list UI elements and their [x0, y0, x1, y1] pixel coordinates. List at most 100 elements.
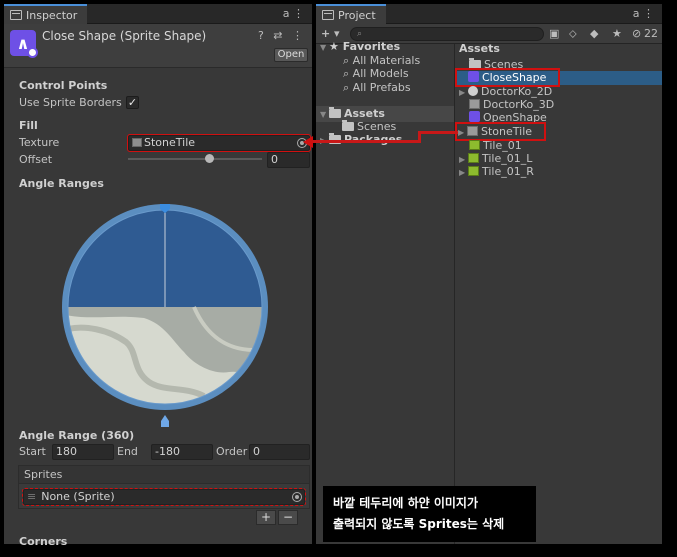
sprite-entry-field[interactable]: ≡ None (Sprite) — [22, 488, 306, 506]
asset-item-openshape[interactable]: OpenShape — [469, 111, 547, 124]
annotation-arrow-head-icon — [303, 136, 313, 148]
favorites-label: Favorites — [342, 40, 401, 53]
inspector-panel: Inspector a ⋮ ∧ Close Shape (Sprite Shap… — [4, 4, 312, 548]
sprite-picker-icon[interactable] — [292, 492, 302, 502]
annotation-arrow-line — [312, 140, 420, 143]
expand-arrow-icon[interactable]: ▶ — [459, 155, 468, 164]
tab-project-label: Project — [338, 8, 376, 22]
asset-item-doctorko-3d[interactable]: DoctorKo_3D — [469, 98, 554, 111]
caption-line-1: 바깥 테두리에 하얀 이미지가 — [333, 496, 479, 510]
tile-icon — [468, 153, 479, 163]
assets-tree-label: Assets — [344, 107, 385, 120]
project-tab-lock-menu-icon[interactable]: a ⋮ — [633, 7, 654, 20]
control-points-heading: Control Points — [19, 79, 108, 92]
start-field[interactable]: 180 — [52, 444, 114, 460]
assets-tree-node[interactable]: ▼ Assets — [320, 107, 385, 120]
expand-arrow-icon[interactable]: ▼ — [320, 43, 329, 52]
tile-icon — [469, 140, 480, 150]
asset-item-closeshape[interactable]: CloseShape — [454, 68, 561, 87]
asset-item-stonetile[interactable]: ▶ StoneTile — [454, 122, 547, 141]
sprite-shape-icon — [469, 111, 480, 122]
open-button[interactable]: Open — [274, 48, 308, 62]
order-label: Order — [216, 445, 248, 458]
end-field[interactable]: -180 — [151, 444, 213, 460]
search-icon: ⌕ — [343, 67, 353, 80]
tab-inspector-label: Inspector — [26, 8, 78, 22]
angle-range-preview-marker-icon — [161, 415, 169, 427]
sprites-list-header: Sprites — [19, 466, 309, 484]
inspector-header: ∧ Close Shape (Sprite Shape) ? ⇄ ⋮ Open — [4, 24, 312, 68]
search-icon: ⌕ — [343, 54, 353, 67]
corners-heading: Corners — [19, 535, 68, 548]
remove-sprite-button[interactable]: − — [278, 510, 298, 525]
angle-ranges-heading: Angle Ranges — [19, 177, 104, 190]
asset-item-doctorko-2d[interactable]: ▶ DoctorKo_2D — [459, 85, 552, 98]
object-title: Close Shape (Sprite Shape) — [42, 29, 207, 43]
project-panel: Project a ⋮ + ▾ ⌕ ▣ ⬦ ◆ ★ ⊘ 22 ▼ ★ Favori… — [316, 4, 662, 544]
fill-heading: Fill — [19, 119, 38, 132]
start-label: Start — [19, 445, 46, 458]
hidden-packages-icon[interactable]: ⊘ — [632, 27, 641, 40]
offset-slider-track[interactable] — [128, 158, 262, 160]
sprites-label: Sprites — [24, 468, 63, 481]
project-split-divider[interactable] — [454, 44, 455, 544]
offset-slider-knob[interactable] — [205, 154, 214, 163]
favorite-star-icon[interactable]: ★ — [612, 27, 622, 40]
expand-arrow-icon[interactable]: ▼ — [320, 110, 329, 119]
tile-icon — [468, 166, 479, 176]
search-icon: ⌕ — [357, 29, 363, 39]
tree-folder-scenes[interactable]: Scenes — [342, 120, 396, 133]
scene-icon — [469, 99, 480, 109]
sprite-shape-icon — [468, 71, 479, 82]
texture-field[interactable]: StoneTile — [127, 134, 311, 152]
use-sprite-borders-checkbox[interactable]: ✓ — [126, 96, 139, 109]
tab-inspector[interactable]: Inspector — [4, 4, 88, 24]
tab-project[interactable]: Project — [316, 4, 386, 24]
favorite-item[interactable]: ⌕ All Models — [343, 67, 409, 81]
end-label: End — [117, 445, 138, 458]
expand-arrow-icon[interactable]: ▶ — [459, 168, 468, 177]
create-asset-button[interactable]: + ▾ — [321, 27, 340, 40]
assets-breadcrumb[interactable]: Assets — [459, 42, 500, 55]
tab-lock-menu-icon[interactable]: a ⋮ — [283, 7, 304, 20]
project-tab-bar: Project a ⋮ — [316, 4, 662, 24]
search-by-type-icon[interactable]: ▣ — [549, 27, 559, 40]
project-folder-icon — [322, 10, 334, 20]
texture-value: StoneTile — [144, 136, 196, 149]
inspector-tab-bar: Inspector a ⋮ — [4, 4, 312, 24]
use-sprite-borders-label: Use Sprite Borders — [19, 96, 122, 109]
asset-item-tile-01-r[interactable]: ▶ Tile_01_R — [459, 165, 534, 178]
sprites-list: Sprites ≡ None (Sprite) — [18, 465, 310, 509]
hidden-packages-count: 22 — [644, 27, 658, 40]
texture-thumbnail-icon — [132, 138, 142, 147]
label-filter-icon[interactable]: ◆ — [590, 27, 598, 40]
header-help-preset-menu-icons[interactable]: ? ⇄ ⋮ — [258, 29, 306, 42]
tutorial-caption: 바깥 테두리에 하얀 이미지가 출력되지 않도록 Sprites는 삭제 — [323, 486, 536, 542]
asset-item-tile-01[interactable]: Tile_01 — [469, 139, 522, 152]
caption-line-2: 출력되지 않도록 Sprites는 삭제 — [333, 517, 505, 531]
offset-field[interactable]: 0 — [267, 152, 310, 168]
folder-icon — [469, 58, 481, 69]
favorite-item[interactable]: ⌕ All Materials — [343, 54, 420, 68]
inspector-icon — [10, 10, 22, 20]
order-field[interactable]: 0 — [249, 444, 310, 460]
search-by-label-icon[interactable]: ⬦ — [569, 27, 577, 41]
asset-item-tile-01-l[interactable]: ▶ Tile_01_L — [459, 152, 532, 165]
project-search-input[interactable]: ⌕ — [350, 27, 544, 41]
sprite-shape-icon: ∧ — [10, 30, 38, 58]
angle-range-editor[interactable] — [54, 200, 276, 432]
angle-range-title: Angle Range (360) — [19, 429, 135, 442]
folder-icon — [342, 120, 354, 131]
badge-icon — [27, 47, 38, 58]
texture-label: Texture — [19, 136, 60, 149]
favorites-star-icon: ★ — [329, 40, 343, 53]
expand-arrow-icon[interactable]: ▶ — [459, 88, 468, 97]
drag-handle-icon[interactable]: ≡ — [27, 490, 36, 503]
sprite-entry-value: None (Sprite) — [41, 490, 115, 503]
favorites-node[interactable]: ▼ ★ Favorites — [320, 40, 400, 53]
favorite-item[interactable]: ⌕ All Prefabs — [343, 81, 411, 95]
expand-arrow-icon[interactable]: ▶ — [458, 128, 467, 137]
texture-icon — [467, 126, 478, 136]
add-sprite-button[interactable]: + — [256, 510, 276, 525]
prefab-icon — [468, 86, 478, 96]
